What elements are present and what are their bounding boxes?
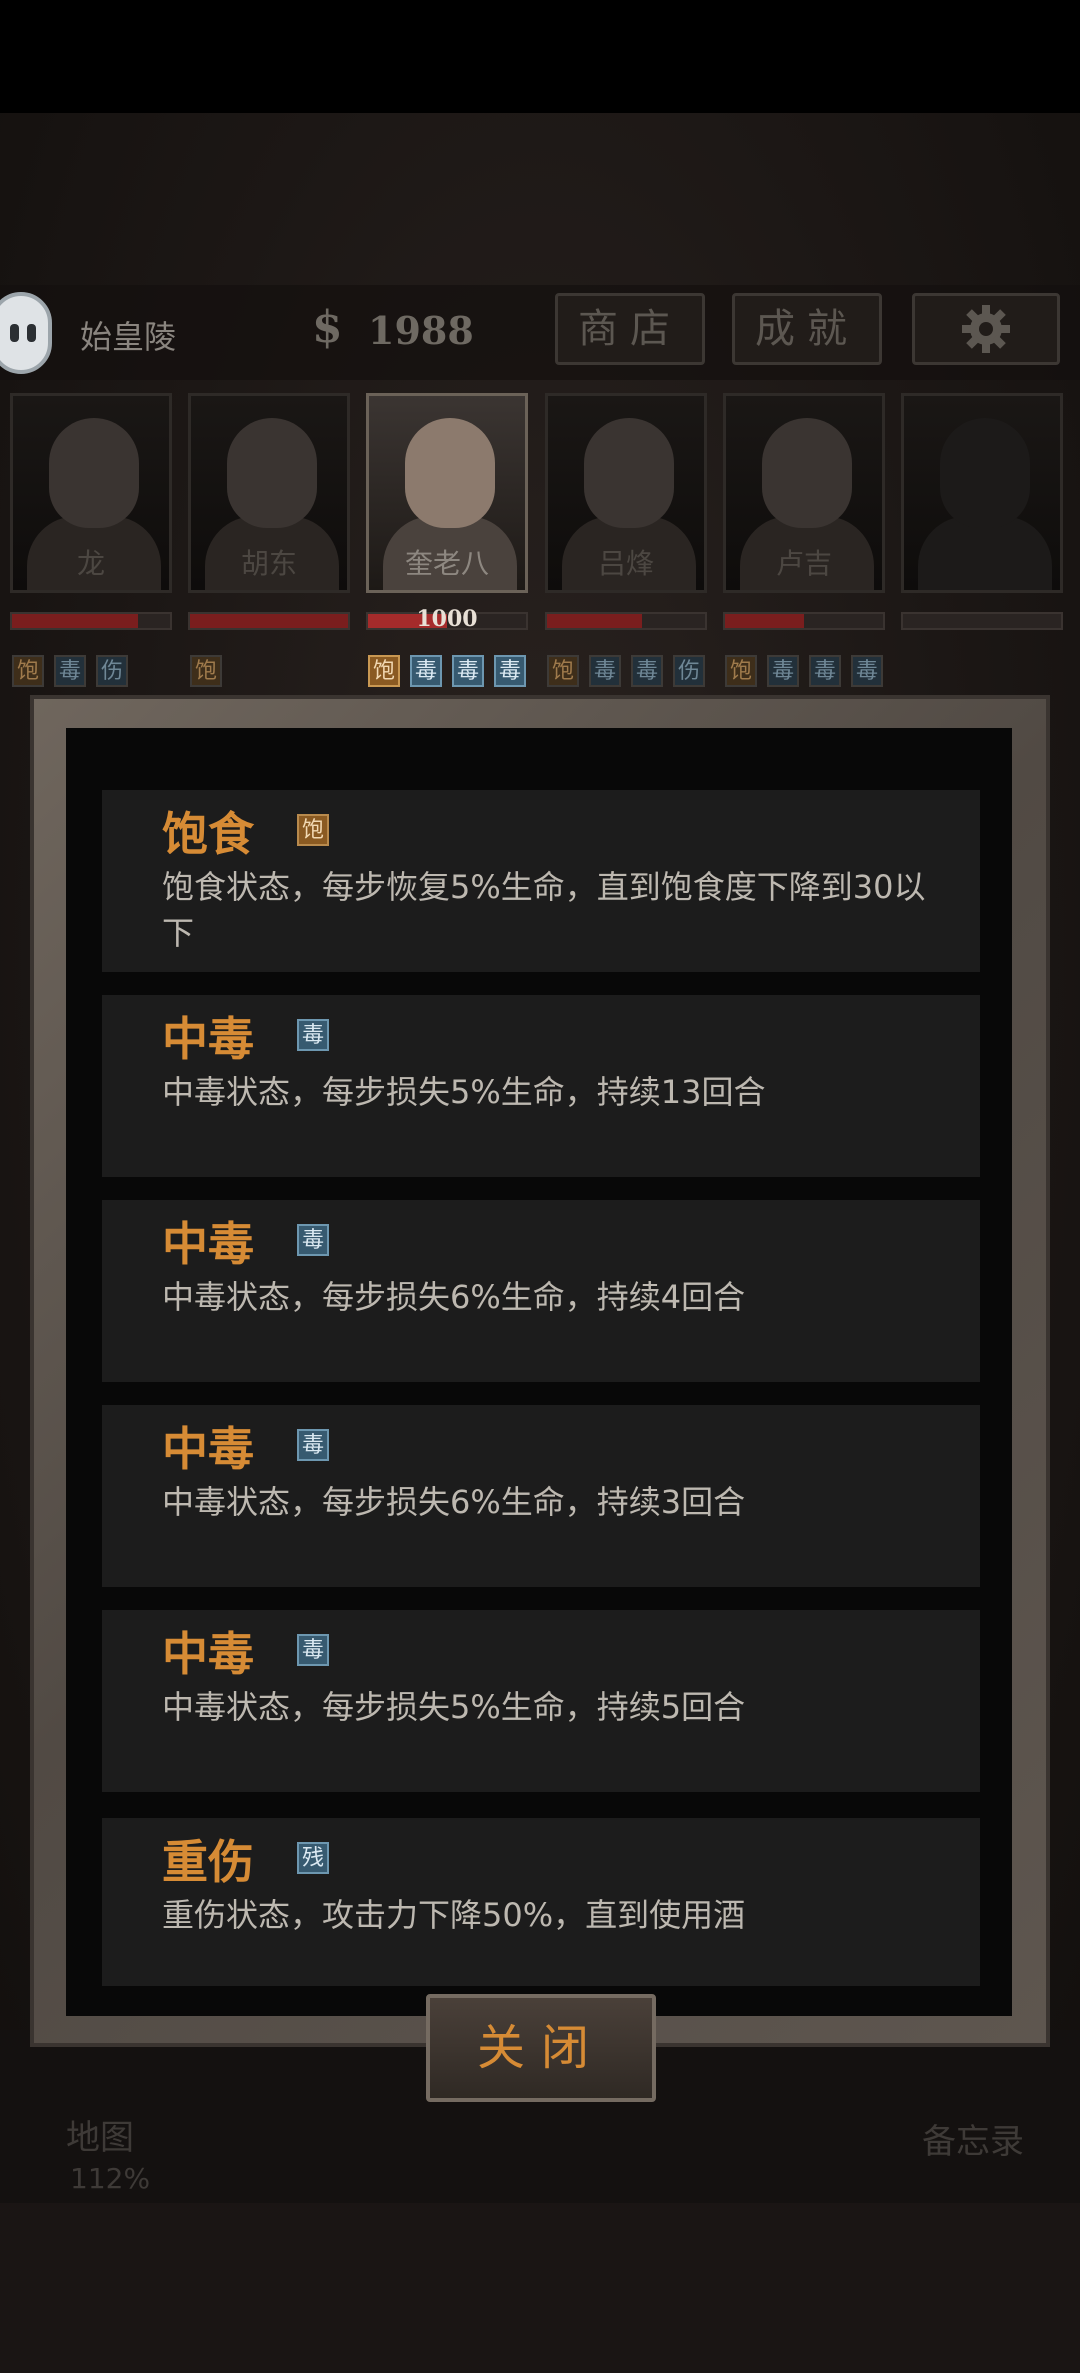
nav-memo-label[interactable]: 备忘录 xyxy=(922,2114,1024,2163)
party-member-portrait[interactable] xyxy=(901,393,1063,593)
party-member-name: 胡东 xyxy=(240,547,297,580)
hp-value: 1000 xyxy=(416,606,478,632)
party-member-portrait[interactable]: 龙 xyxy=(10,393,172,593)
party-member-portrait[interactable]: 吕烽 xyxy=(545,393,707,593)
effect-title: 饱食 xyxy=(162,807,254,861)
effect-tag-icon: 毒 xyxy=(297,1634,329,1666)
party-member-name: 奎老八 xyxy=(404,547,489,580)
party-member-name: 龙 xyxy=(76,547,105,580)
nav-map-label[interactable]: 地图 xyxy=(66,2110,134,2159)
effect-tag-icon: 毒 xyxy=(297,1224,329,1256)
effect-description: 饱食状态，每步恢复5%生命，直到饱食度下降到30以下 xyxy=(162,868,926,952)
status-tag-full[interactable]: 饱 xyxy=(547,655,579,687)
status-tag-full[interactable]: 饱 xyxy=(12,655,44,687)
location-label: 始皇陵 xyxy=(80,318,177,356)
nav-map-zoom: 112% xyxy=(70,2162,151,2195)
effect-tag-icon: 毒 xyxy=(297,1019,329,1051)
status-tag-poison[interactable]: 毒 xyxy=(631,655,663,687)
effect-title: 中毒 xyxy=(162,1627,254,1681)
hp-bar: 1000 xyxy=(366,606,528,632)
gear-icon xyxy=(962,305,1010,353)
effect-card: 饱食 饱饱食状态，每步恢复5%生命，直到饱食度下降到30以下 xyxy=(102,790,980,972)
party-member-portrait[interactable]: 胡东 xyxy=(188,393,350,593)
effect-card: 重伤 残重伤状态，攻击力下降50%，直到使用酒 xyxy=(102,1818,980,1986)
effect-card: 中毒 毒中毒状态，每步损失6%生命，持续4回合 xyxy=(102,1200,980,1382)
effect-description: 中毒状态，每步损失5%生命，持续13回合 xyxy=(162,1073,766,1111)
hp-bar-fill xyxy=(190,614,348,628)
effect-description: 中毒状态，每步损失6%生命，持续4回合 xyxy=(162,1278,746,1316)
achievement-button[interactable]: 成就 xyxy=(732,293,882,365)
status-tag-poison[interactable]: 毒 xyxy=(494,655,526,687)
effect-tag-icon: 残 xyxy=(297,1842,329,1874)
effect-title: 中毒 xyxy=(162,1012,254,1066)
status-tag-poison[interactable]: 毒 xyxy=(452,655,484,687)
avatar-eye-icon xyxy=(10,324,19,342)
bottom-margin xyxy=(0,2203,1080,2373)
hp-bar xyxy=(723,612,885,630)
effect-tag-icon: 毒 xyxy=(297,1429,329,1461)
portrait-head xyxy=(584,418,674,528)
money-icon: $ xyxy=(312,302,343,353)
hp-bar-fill xyxy=(12,614,139,628)
status-tag-poison[interactable]: 毒 xyxy=(54,655,86,687)
status-tag-full[interactable]: 饱 xyxy=(368,655,400,687)
status-tag-hurt[interactable]: 伤 xyxy=(673,655,705,687)
party-member-name: 卢吉 xyxy=(775,547,832,580)
player-avatar-button[interactable] xyxy=(0,292,52,374)
portrait-head xyxy=(940,418,1030,528)
status-tag-poison[interactable]: 毒 xyxy=(767,655,799,687)
status-tag-hurt[interactable]: 伤 xyxy=(96,655,128,687)
effect-title: 中毒 xyxy=(162,1422,254,1476)
party-member-portrait[interactable]: 奎老八 xyxy=(366,393,528,593)
hp-bar-fill xyxy=(547,614,642,628)
status-tag-poison[interactable]: 毒 xyxy=(410,655,442,687)
effect-description: 中毒状态，每步损失5%生命，持续5回合 xyxy=(162,1688,746,1726)
hp-bar xyxy=(188,612,350,630)
portrait-head xyxy=(49,418,139,528)
portrait-head xyxy=(762,418,852,528)
effect-card: 中毒 毒中毒状态，每步损失5%生命，持续5回合 xyxy=(102,1610,980,1792)
portrait-head xyxy=(227,418,317,528)
hp-bar xyxy=(10,612,172,630)
money-value: 1988 xyxy=(368,308,474,353)
effect-card: 中毒 毒中毒状态，每步损失5%生命，持续13回合 xyxy=(102,995,980,1177)
hp-bar xyxy=(901,612,1063,630)
effect-description: 重伤状态，攻击力下降50%，直到使用酒 xyxy=(162,1896,746,1934)
status-tag-poison[interactable]: 毒 xyxy=(851,655,883,687)
effect-description: 中毒状态，每步损失6%生命，持续3回合 xyxy=(162,1483,746,1521)
effect-tag-icon: 饱 xyxy=(297,814,329,846)
avatar-eye-icon xyxy=(27,324,36,342)
hp-bar-fill xyxy=(725,614,804,628)
party-member-portrait[interactable]: 卢吉 xyxy=(723,393,885,593)
hp-bar xyxy=(545,612,707,630)
effect-title: 中毒 xyxy=(162,1217,254,1271)
status-tag-full[interactable]: 饱 xyxy=(190,655,222,687)
portrait-head xyxy=(405,418,495,528)
party-member-name: 吕烽 xyxy=(597,547,654,580)
status-bar xyxy=(0,0,1080,113)
status-tag-poison[interactable]: 毒 xyxy=(589,655,621,687)
effect-title: 重伤 xyxy=(162,1835,254,1889)
status-tag-poison[interactable]: 毒 xyxy=(809,655,841,687)
status-tag-full[interactable]: 饱 xyxy=(725,655,757,687)
settings-button[interactable] xyxy=(912,293,1060,365)
close-button[interactable]: 关闭 xyxy=(426,1994,656,2102)
shop-button[interactable]: 商店 xyxy=(555,293,705,365)
effect-card: 中毒 毒中毒状态，每步损失6%生命，持续3回合 xyxy=(102,1405,980,1587)
